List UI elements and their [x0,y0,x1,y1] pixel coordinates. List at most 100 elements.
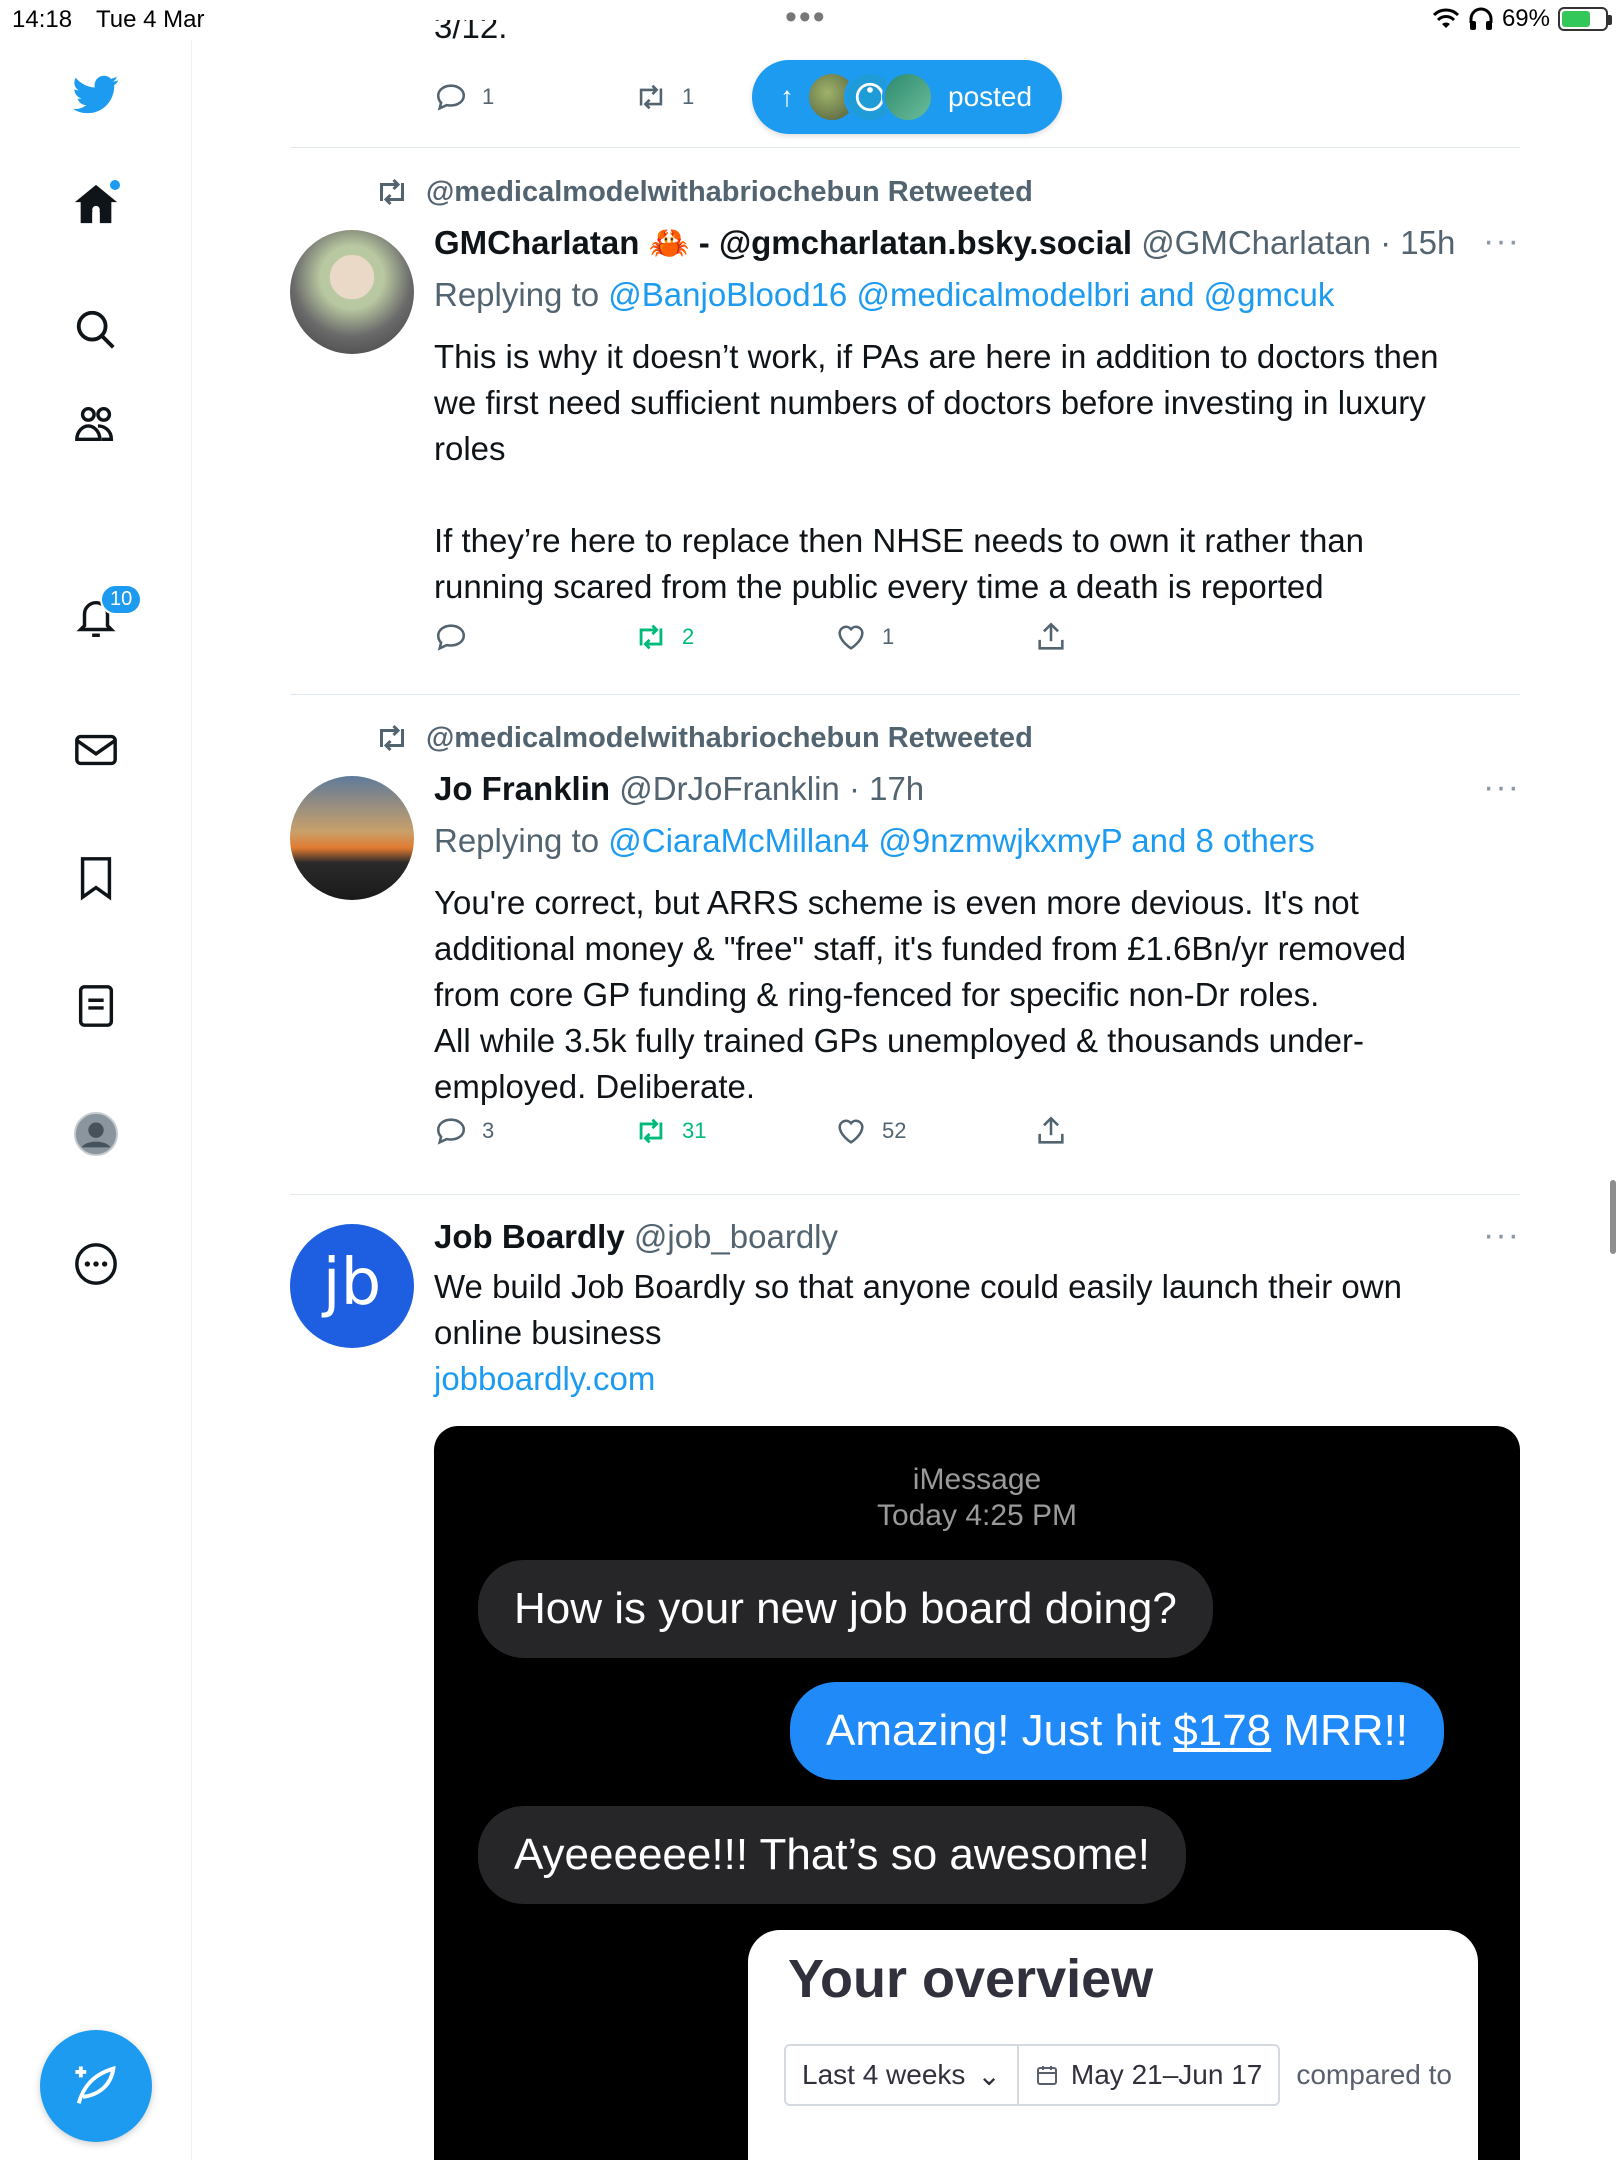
retweeted-by-line: @medicalmodelwithabriochebun Retweeted [374,720,1033,756]
nav-lists[interactable] [62,972,130,1040]
display-name[interactable]: Jo Franklin [434,770,610,807]
range-label: Last 4 weeks [802,2059,966,2090]
retweet-button[interactable]: 2 [634,620,694,654]
user-handle[interactable]: @job_boardly [634,1218,838,1255]
replying-to-prefix: Replying to [434,276,600,313]
replying-to-prefix: Replying to [434,822,600,859]
reply-count: 1 [482,84,495,109]
battery-percent: 69% [1501,5,1550,32]
status-right: 69% [1432,5,1612,33]
home-unread-dot [110,180,120,190]
retweet-icon [639,1118,663,1144]
more-options-icon[interactable]: ··· [1483,768,1520,807]
sidebar: 10 [0,40,192,2160]
avatar[interactable]: jb [290,1224,414,1348]
user-handle[interactable]: @DrJoFranklin [619,770,840,807]
retweet-button[interactable]: 31 [634,1114,706,1148]
reply-button[interactable]: 1 [434,80,494,114]
headphones-icon [1469,7,1493,30]
communities-icon [75,406,114,442]
tweet-link[interactable]: jobboardly.com [434,1360,655,1398]
tweet-media-image[interactable]: iMessage Today 4:25 PM How is your new j… [434,1426,1520,2160]
nav-explore[interactable] [62,296,130,364]
status-bar: 14:18 Tue 4 Mar ••• 69% [0,0,1620,40]
imessage-title: iMessage [912,1463,1042,1496]
new-posts-pill[interactable]: ↑ posted [752,60,1062,134]
tweet-header: Job Boardly @job_boardly [434,1218,838,1256]
retweet-button[interactable]: 1 [634,80,694,114]
pill-avatar-3 [882,71,934,123]
compose-feather-icon [75,2065,116,2104]
imessage-timestamp: Today 4:25 PM [876,1499,1078,1532]
reply-button[interactable]: 3 [434,1114,494,1148]
retweet-icon [639,84,663,110]
compared-label: compared to [1296,2059,1452,2090]
heart-icon [838,1119,864,1144]
tweet-jofranklin[interactable]: @medicalmodelwithabriochebun Retweeted J… [290,694,1520,1194]
imessage-header: iMessage Today 4:25 PM [434,1462,1520,1534]
message-amount: $178 [1173,1706,1272,1755]
twitter-logo-icon[interactable] [62,60,130,128]
retweet-count: 31 [682,1118,707,1143]
overview-title: Your overview [788,1949,1154,2009]
display-name[interactable]: GMCharlatan 🦀 - @gmcharlatan.bsky.social [434,224,1132,261]
compose-tweet-button[interactable] [40,2030,152,2142]
status-time: 14:18 [12,6,73,33]
status-date: Tue 4 Mar [96,6,205,33]
avatar-logo-text: jb [322,1246,382,1320]
share-button[interactable] [1034,620,1068,654]
retweet-count: 2 [682,624,695,649]
user-handle[interactable]: @GMCharlatan [1141,224,1371,261]
message-bubble-received: How is your new job board doing? [478,1560,1213,1658]
display-name[interactable]: Job Boardly [434,1218,625,1255]
profile-avatar-icon [73,1111,119,1157]
more-options-icon[interactable]: ··· [1483,222,1520,261]
multitask-dots-icon[interactable]: ••• [785,0,827,34]
arrow-up-icon: ↑ [780,81,794,112]
retweet-icon [639,624,663,650]
scrollbar[interactable] [1610,1180,1616,1254]
message-bubble-sent: Amazing! Just hit $178 MRR!! [790,1682,1445,1780]
replying-to: Replying to @CiaraMcMillan4 @9nzmwjkxmyP… [434,822,1315,860]
overview-card: Your overview Last 4 weeks ⌄ May 21–Jun … [748,1930,1478,2160]
nav-more[interactable] [62,1230,130,1298]
like-count: 52 [882,1118,907,1143]
battery-icon [1558,7,1612,31]
message-text-pre: Amazing! Just hit [826,1706,1174,1755]
avatar[interactable] [290,230,414,354]
range-select: Last 4 weeks ⌄ [784,2044,1019,2106]
timestamp[interactable]: · 17h [849,770,924,807]
posted-label: posted [948,81,1033,112]
like-button[interactable]: 52 [834,1114,906,1148]
share-button[interactable] [1034,1114,1068,1148]
bookmark-icon [80,857,112,901]
message-text-post: MRR!! [1271,1706,1409,1755]
search-icon [76,310,115,349]
nav-bookmarks[interactable] [62,844,130,912]
nav-notifications[interactable]: 10 [62,584,143,652]
calendar-icon [1036,2066,1057,2085]
replying-to-users[interactable]: @BanjoBlood16 @medicalmodelbri and @gmcu… [608,276,1334,313]
tweet-text: You're correct, but ARRS scheme is even … [434,884,1406,1105]
tweet-jobboardly[interactable]: jb Job Boardly @job_boardly ··· We build… [290,1194,1520,1424]
timestamp[interactable]: · 15h [1380,224,1455,261]
overview-filters: Last 4 weeks ⌄ May 21–Jun 17 compared to [784,2044,1452,2106]
nav-communities[interactable] [62,390,130,458]
more-options-icon[interactable]: ··· [1483,1216,1520,1255]
heart-icon [838,625,864,650]
tweet-text: We build Job Boardly so that anyone coul… [434,1268,1402,1351]
avatar[interactable] [290,776,414,900]
retweet-icon [380,724,404,752]
tweet-text: This is why it doesn’t work, if PAs are … [434,338,1439,605]
replying-to-users[interactable]: @CiaraMcMillan4 @9nzmwjkxmyP and 8 other… [608,822,1314,859]
reply-button[interactable] [434,620,482,654]
tweet-gmcharlatan[interactable]: @medicalmodelwithabriochebun Retweeted G… [290,148,1520,694]
like-button[interactable]: 1 [834,620,894,654]
nav-profile[interactable] [62,1100,130,1168]
mail-icon [75,734,117,766]
share-icon [1038,1116,1064,1144]
nav-messages[interactable] [62,716,130,784]
nav-home[interactable] [62,170,130,238]
tweet-header: GMCharlatan 🦀 - @gmcharlatan.bsky.social… [434,224,1455,263]
retweet-icon [380,178,404,206]
